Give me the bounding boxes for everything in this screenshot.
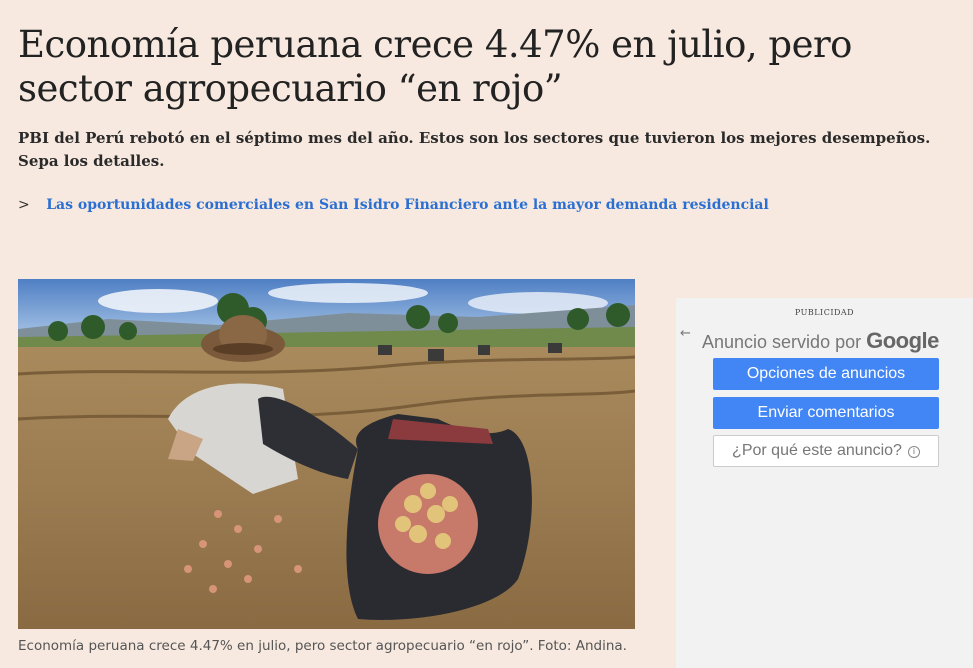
send-feedback-button[interactable]: Enviar comentarios <box>713 397 939 429</box>
ad-options-button[interactable]: Opciones de anuncios <box>713 358 939 390</box>
related-article-link[interactable]: Las oportunidades comerciales en San Isi… <box>46 197 769 213</box>
potato-harvest-photo <box>18 279 635 629</box>
google-logo: Google <box>866 328 939 353</box>
ad-served-by-text: Anuncio servido por <box>702 332 862 352</box>
photo-caption: Economía peruana crece 4.47% en julio, p… <box>18 638 627 654</box>
ad-panel: PUBLICIDAD ← Anuncio servido por Google … <box>676 298 973 668</box>
why-this-ad-button[interactable]: ¿Por qué este anuncio? i <box>713 435 939 467</box>
info-icon: i <box>907 446 920 458</box>
related-article: > Las oportunidades comerciales en San I… <box>18 195 769 215</box>
back-arrow-icon[interactable]: ← <box>680 326 691 341</box>
ad-served-by: Anuncio servido por Google <box>702 328 939 354</box>
why-this-ad-label: ¿Por qué este anuncio? <box>732 442 902 459</box>
article-photo <box>18 279 635 629</box>
article-headline: Economía peruana crece 4.47% en julio, p… <box>18 23 852 110</box>
chevron-right-icon: > <box>18 197 30 213</box>
article-lead: PBI del Perú rebotó en el séptimo mes de… <box>18 129 931 170</box>
ad-label: PUBLICIDAD <box>794 308 855 317</box>
